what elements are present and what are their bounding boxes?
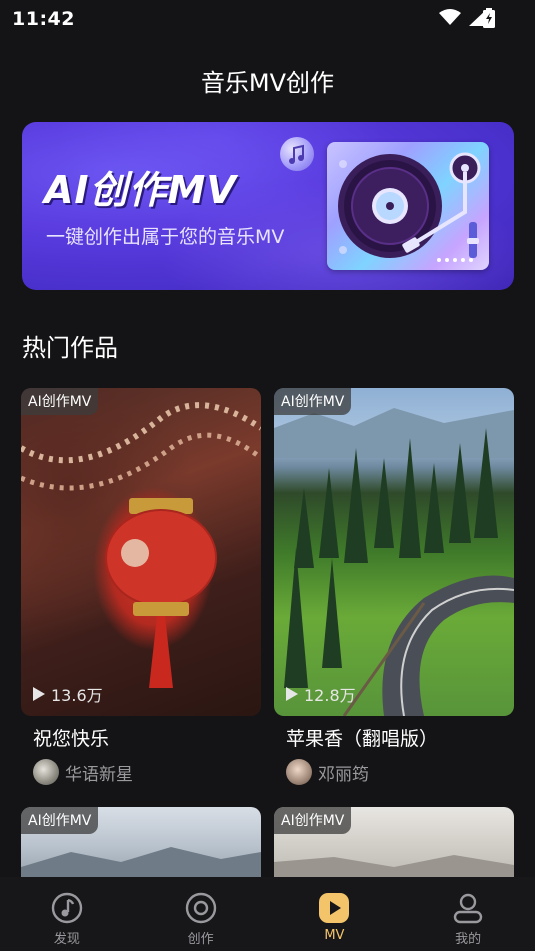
music-note-bubble-icon <box>280 137 314 171</box>
section-heading-hot-works: 热门作品 <box>22 334 118 362</box>
work-card[interactable]: AI创作MV 13.6万 祝您快乐 华语新星 <box>21 388 261 785</box>
work-author[interactable]: 华语新星 <box>33 759 261 785</box>
avatar <box>286 759 312 785</box>
work-thumbnail[interactable]: AI创作MV 12.8万 <box>274 388 514 716</box>
work-author[interactable]: 邓丽筠 <box>286 759 514 785</box>
status-time: 11:42 <box>12 8 75 30</box>
nav-label: 创作 <box>187 932 214 947</box>
bottom-nav: 发现 创作 MV 我的 <box>0 877 535 951</box>
page-title: 音乐MV创作 <box>200 69 335 97</box>
nav-label: 我的 <box>455 932 482 947</box>
work-thumbnail[interactable]: AI创作MV <box>274 807 514 887</box>
nav-item-discover[interactable]: 发现 <box>0 877 134 951</box>
user-icon <box>451 891 485 925</box>
work-card[interactable]: AI创作MV <box>274 807 514 887</box>
play-count: 13.6万 <box>33 682 103 706</box>
author-name: 华语新星 <box>65 764 133 785</box>
music-note-icon <box>50 891 84 925</box>
card-tag: AI创作MV <box>21 388 99 415</box>
play-icon <box>317 891 351 925</box>
play-count: 12.8万 <box>286 682 356 706</box>
play-count-icon <box>33 687 45 701</box>
banner-subtitle: 一键创作出属于您的音乐MV <box>46 226 285 248</box>
wifi-icon <box>439 9 461 25</box>
nav-label: 发现 <box>53 932 80 947</box>
work-card[interactable]: AI创作MV <box>21 807 261 887</box>
play-count-icon <box>286 687 298 701</box>
turntable-illustration <box>327 142 489 270</box>
author-name: 邓丽筠 <box>318 764 369 785</box>
work-card[interactable]: AI创作MV 12.8万 苹果香（翻唱版） 邓丽筠 <box>274 388 514 785</box>
work-thumbnail[interactable]: AI创作MV 13.6万 <box>21 388 261 716</box>
work-thumbnail[interactable]: AI创作MV <box>21 807 261 887</box>
nav-label: MV <box>324 928 345 943</box>
avatar <box>33 759 59 785</box>
status-bar: 11:42 <box>0 0 535 36</box>
ai-mv-banner[interactable]: AI创作MV 一键创作出属于您的音乐MV <box>22 122 514 290</box>
record-icon <box>184 891 218 925</box>
play-count-value: 12.8万 <box>304 686 356 705</box>
card-tag: AI创作MV <box>21 807 99 834</box>
card-tag: AI创作MV <box>274 388 352 415</box>
battery-charging-icon <box>483 8 495 28</box>
play-count-value: 13.6万 <box>51 686 103 705</box>
nav-item-mv[interactable]: MV <box>268 877 402 951</box>
status-icons <box>439 9 487 26</box>
banner-heading: AI创作MV <box>44 168 237 212</box>
nav-item-create[interactable]: 创作 <box>134 877 268 951</box>
work-title[interactable]: 祝您快乐 <box>33 724 261 751</box>
card-tag: AI创作MV <box>274 807 352 834</box>
nav-item-mine[interactable]: 我的 <box>401 877 535 951</box>
work-title[interactable]: 苹果香（翻唱版） <box>286 724 514 751</box>
